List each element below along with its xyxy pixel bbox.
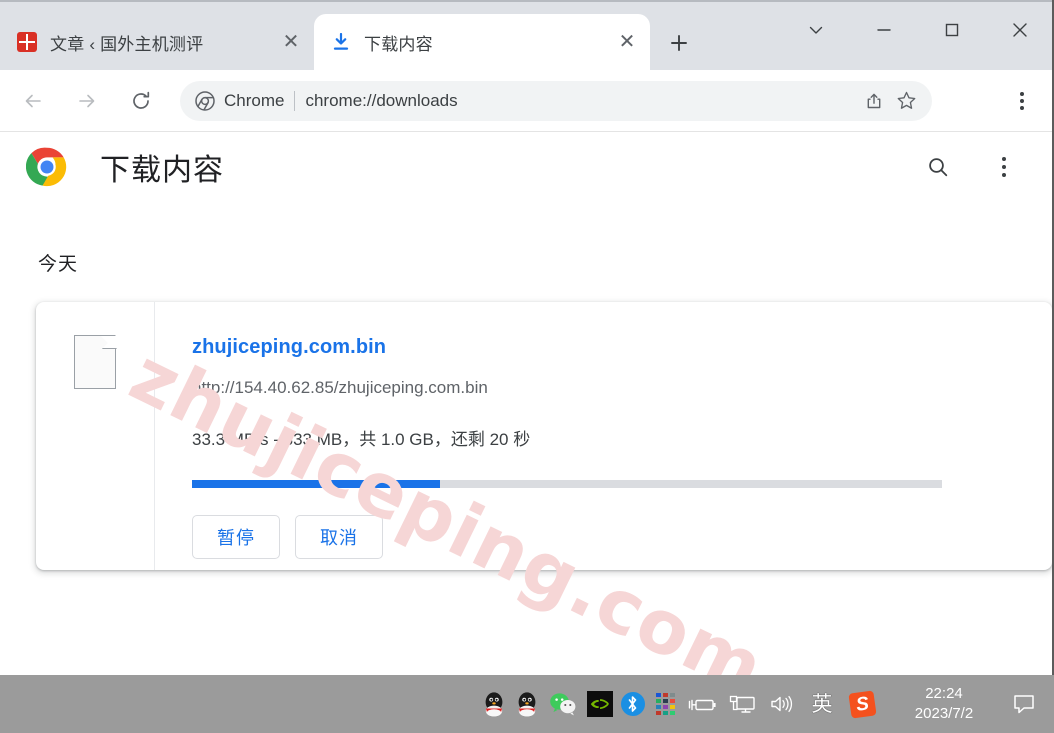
file-icon-column	[36, 302, 155, 570]
sogou-input-icon[interactable]: S	[842, 684, 882, 724]
download-progress-fill	[192, 480, 440, 488]
omnibox-divider	[294, 90, 296, 111]
downloads-menu-button[interactable]	[982, 145, 1026, 189]
red-seal-icon	[16, 31, 38, 53]
volume-icon[interactable]	[762, 684, 802, 724]
system-tray: 英 S 22:24 2023/7/2	[477, 684, 1046, 724]
download-source-url: http://154.40.62.85/zhujiceping.com.bin	[192, 378, 488, 397]
star-icon[interactable]	[892, 87, 920, 115]
omnibox-scheme-label: Chrome	[224, 90, 285, 110]
reload-button-icon[interactable]	[120, 80, 162, 122]
browser-window: 文章 ‹ 国外主机测评 ✕ 下载内容 ✕ Chrome chrome://dow…	[0, 0, 1054, 733]
chrome-logo-icon	[25, 146, 68, 188]
tab-search-chevron-icon[interactable]	[782, 2, 850, 58]
tab-title: 下载内容	[364, 34, 433, 54]
nvidia-icon[interactable]	[583, 684, 616, 724]
bluetooth-icon[interactable]	[616, 684, 649, 724]
maximize-button[interactable]	[918, 2, 986, 58]
download-item-card: zhujiceping.com.bin http://154.40.62.85/…	[36, 302, 1052, 570]
downloads-page: 下载内容 今天 zhujiceping.com.bin http://154.4…	[0, 132, 1054, 675]
tab-close-button[interactable]: ✕	[612, 27, 642, 57]
back-button-icon[interactable]	[12, 80, 54, 122]
close-window-button[interactable]	[986, 2, 1054, 58]
section-label-today: 今天	[38, 254, 79, 275]
search-icon[interactable]	[916, 145, 960, 189]
generic-file-icon	[74, 335, 116, 389]
qq-icon[interactable]	[510, 684, 543, 724]
download-filename-link[interactable]: zhujiceping.com.bin	[192, 336, 1052, 359]
download-status-text: 33.3 MB/s - 333 MB，共 1.0 GB，还剩 20 秒	[192, 430, 531, 449]
downloads-header: 下载内容	[0, 132, 1054, 202]
color-grid-icon[interactable]	[649, 684, 682, 724]
browser-toolbar: Chrome chrome://downloads	[0, 70, 1054, 132]
clock-date: 2023/7/2	[914, 705, 974, 722]
cancel-button[interactable]: 取消	[295, 515, 383, 559]
clock-time: 22:24	[925, 685, 963, 702]
tab-article[interactable]: 文章 ‹ 国外主机测评 ✕	[0, 14, 314, 70]
share-icon[interactable]	[860, 87, 888, 115]
chrome-shield-icon	[194, 90, 216, 112]
battery-charging-icon[interactable]	[682, 684, 722, 724]
network-monitor-icon[interactable]	[722, 684, 762, 724]
tab-title: 文章 ‹ 国外主机测评	[50, 34, 204, 54]
browser-menu-button[interactable]	[1000, 79, 1044, 123]
tab-downloads[interactable]: 下载内容 ✕	[314, 14, 650, 70]
minimize-button[interactable]	[850, 2, 918, 58]
download-details: zhujiceping.com.bin http://154.40.62.85/…	[155, 302, 1052, 570]
omnibox-url-text[interactable]: chrome://downloads	[305, 91, 856, 111]
new-tab-button[interactable]	[656, 20, 702, 66]
ime-label: 英	[811, 691, 833, 716]
qq-icon[interactable]	[477, 684, 510, 724]
pause-button[interactable]: 暂停	[192, 515, 280, 559]
download-progress-bar	[192, 480, 942, 488]
download-icon	[330, 31, 352, 53]
wechat-icon[interactable]	[543, 684, 583, 724]
address-bar[interactable]: Chrome chrome://downloads	[180, 80, 932, 121]
taskbar-clock[interactable]: 22:24 2023/7/2	[896, 684, 992, 724]
tab-strip: 文章 ‹ 国外主机测评 ✕ 下载内容 ✕	[0, 0, 1054, 70]
notification-icon[interactable]	[1002, 684, 1046, 724]
tab-close-button[interactable]: ✕	[276, 27, 306, 57]
windows-taskbar: 英 S 22:24 2023/7/2	[0, 675, 1054, 733]
sogou-label: S	[847, 689, 877, 719]
ime-chinese-icon[interactable]: 英	[802, 684, 842, 724]
forward-button-icon[interactable]	[66, 80, 108, 122]
download-action-buttons: 暂停 取消	[192, 515, 1052, 559]
page-title: 下载内容	[100, 154, 224, 187]
window-controls	[782, 2, 1054, 58]
